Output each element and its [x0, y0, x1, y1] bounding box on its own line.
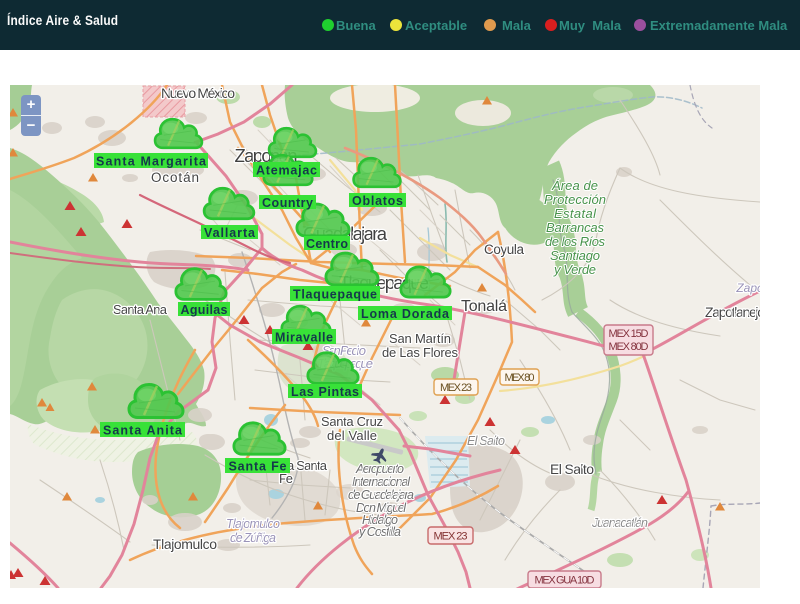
- svg-text:Santa Fe: Santa Fe: [229, 460, 287, 474]
- svg-text:Barrancas: Barrancas: [546, 220, 605, 235]
- svg-text:Miravalle: Miravalle: [275, 331, 333, 345]
- svg-text:MEX 80: MEX 80: [505, 372, 535, 384]
- svg-text:MEX 80D: MEX 80D: [609, 341, 649, 353]
- svg-text:Vallarta: Vallarta: [204, 226, 256, 240]
- svg-text:Loma Dorada: Loma Dorada: [361, 307, 450, 321]
- svg-text:El Salto: El Salto: [467, 434, 505, 448]
- svg-text:Santa Cruz: Santa Cruz: [321, 414, 383, 429]
- svg-text:Protección: Protección: [544, 192, 606, 207]
- svg-text:Atemajac: Atemajac: [256, 164, 317, 178]
- svg-text:de Zúñiga: de Zúñiga: [230, 531, 276, 545]
- svg-text:Santa Anita: Santa Anita: [103, 424, 183, 438]
- svg-text:El Salto: El Salto: [550, 461, 594, 477]
- svg-text:Coyula: Coyula: [484, 242, 524, 257]
- svg-text:MEX 15D: MEX 15D: [609, 328, 649, 340]
- svg-text:Internacional: Internacional: [352, 475, 411, 489]
- svg-text:MEX 23: MEX 23: [440, 382, 472, 394]
- svg-text:San Martín: San Martín: [389, 331, 451, 346]
- svg-text:Centro: Centro: [306, 237, 348, 251]
- svg-text:MEX 23: MEX 23: [434, 531, 468, 543]
- svg-text:Santa Margarita: Santa Margarita: [96, 155, 207, 169]
- svg-text:Zapotlanejo: Zapotlanejo: [705, 304, 760, 320]
- svg-text:Estatal: Estatal: [554, 206, 597, 221]
- svg-text:a Santa: a Santa: [287, 458, 328, 473]
- svg-text:Tonalá: Tonalá: [461, 298, 507, 315]
- svg-text:Juanacatlán: Juanacatlán: [591, 516, 648, 530]
- svg-text:Santa Ana: Santa Ana: [113, 302, 168, 317]
- svg-text:Ocotán: Ocotán: [151, 170, 199, 185]
- svg-text:Tlaquepaque: Tlaquepaque: [293, 288, 377, 302]
- svg-text:Aguilas: Aguilas: [181, 303, 228, 317]
- svg-text:Tlajomulco: Tlajomulco: [226, 517, 280, 531]
- svg-text:MEX GUA 10D: MEX GUA 10D: [535, 575, 595, 587]
- svg-text:de Guadalajara: de Guadalajara: [348, 488, 414, 502]
- svg-text:Las Pintas: Las Pintas: [291, 385, 359, 399]
- svg-text:Nuevo México: Nuevo México: [161, 85, 235, 101]
- svg-text:Tlajomulco: Tlajomulco: [153, 536, 217, 552]
- svg-text:Aeropuerto: Aeropuerto: [355, 462, 404, 476]
- svg-text:Área de: Área de: [551, 178, 598, 193]
- svg-text:Country: Country: [262, 196, 313, 210]
- svg-text:de los Ríos: de los Ríos: [545, 234, 606, 249]
- svg-text:y Verde: y Verde: [553, 262, 596, 277]
- svg-text:Oblatos: Oblatos: [352, 194, 403, 208]
- svg-text:y Costilla: y Costilla: [358, 525, 401, 539]
- svg-text:Zapo: Zapo: [735, 281, 760, 295]
- svg-text:Santiago: Santiago: [550, 248, 600, 263]
- svg-text:del Valle: del Valle: [327, 428, 377, 443]
- svg-text:de Las Flores: de Las Flores: [382, 345, 459, 360]
